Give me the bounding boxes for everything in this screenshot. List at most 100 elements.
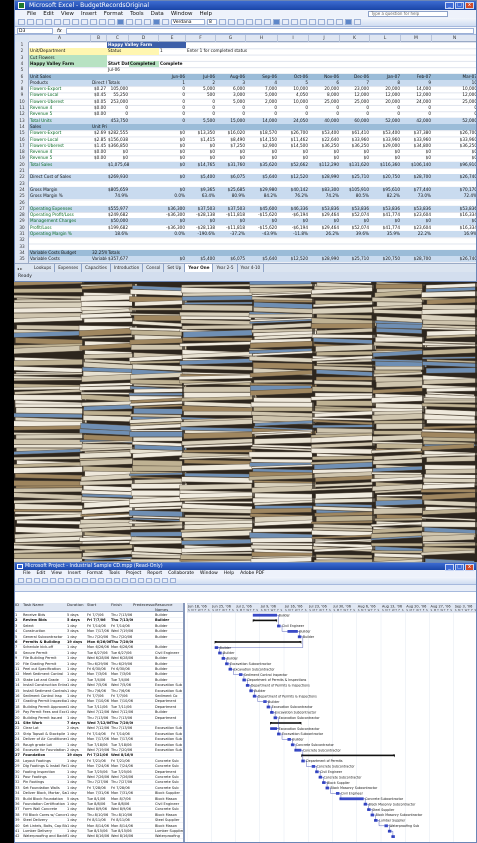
task-row[interactable]: 28 Layout Footings 1 day Fri 7/21/06 Fri 7/2… [15, 759, 183, 764]
column-header-j[interactable]: J [309, 35, 340, 42]
opex-value[interactable]: 39.6% [340, 231, 370, 237]
fill-color-icon[interactable] [345, 19, 352, 25]
task-row[interactable]: 30 Footing Inspection 1 day Tue 7/25/06 Tue … [15, 770, 183, 775]
task-row[interactable]: 5 General Subcontractor 1 day Thu 7/20/06 Th… [15, 635, 183, 640]
opex-value[interactable]: -43.9% [246, 231, 278, 237]
spreadsheet-grid[interactable]: Happy Valley Farm Unit/Department Status 1 E… [29, 42, 476, 264]
opex-label[interactable]: Operating Margin % [29, 231, 91, 237]
task-row[interactable]: 31 Pour Footings 1 day Wed 7/26/06 Wed 7/26/… [15, 775, 183, 780]
menu-item-tools[interactable]: Tools [109, 570, 120, 577]
menu-item-data[interactable]: Data [151, 10, 164, 18]
task-info-icon[interactable] [122, 578, 128, 583]
task-row[interactable]: 6 Permits & Building 19 days Mon 6/26/06 Thu… [15, 640, 183, 645]
sheet-tab-expenses[interactable]: Expenses [55, 264, 83, 272]
sort-asc-icon[interactable] [135, 19, 142, 25]
fx-icon[interactable]: fx [57, 28, 62, 34]
task-row[interactable]: 15 Install Sediment Controls 1 day Thu 7/6/… [15, 689, 183, 694]
assign-icon[interactable] [138, 578, 144, 583]
cut-icon[interactable] [72, 19, 79, 25]
undo-icon[interactable] [99, 19, 106, 25]
opex-value[interactable]: 16.9% [432, 231, 476, 237]
bold-icon[interactable] [219, 19, 226, 25]
margin-value[interactable]: 82.2% [370, 193, 401, 199]
cost-value[interactable]: $0 [159, 174, 186, 180]
paste-icon[interactable] [82, 578, 88, 583]
menu-item-file[interactable]: File [23, 570, 31, 577]
column-header-duration[interactable]: Duration [67, 603, 87, 608]
task-row[interactable]: 1 Receive Bids 5 days Fri 7/7/06 Thu 7/13/06… [15, 613, 183, 618]
drawing-icon[interactable] [162, 19, 169, 25]
margin-value[interactable]: 80.5% [340, 193, 370, 199]
column-header-b[interactable]: B [91, 35, 107, 42]
task-row[interactable]: 34 Deliver Block, Mortar, Sand 1 day Mon 7/… [15, 791, 183, 797]
month-value[interactable]: $116,360 [370, 162, 401, 168]
align-right-icon[interactable] [264, 19, 271, 25]
menu-item-insert[interactable]: Insert [68, 570, 81, 577]
task-row[interactable]: 32 Pin Footings 1 day Thu 7/27/06 Thu 7/27/0… [15, 780, 183, 786]
opex-value[interactable]: -11.8% [278, 231, 309, 237]
help-search-input[interactable]: Type a question for help [368, 11, 448, 17]
goto-icon[interactable] [162, 578, 168, 583]
month-value[interactable]: $131,620 [340, 162, 370, 168]
variable-cost-value[interactable]: $6,075 [216, 256, 246, 262]
undo-icon[interactable] [90, 578, 96, 583]
month-value[interactable]: $112,290 [309, 162, 340, 168]
copy-icon[interactable] [81, 19, 88, 25]
menu-item-collaborate[interactable]: Collaborate [168, 570, 194, 577]
menu-item-file[interactable]: File [27, 10, 36, 18]
task-row[interactable]: 2 Review Bids 5 days Fri 7/7/06 Thu 7/13/06 B… [15, 618, 183, 624]
task-row[interactable]: 4 Construction 3 days Mon 7/17/06 Wed 7/19/0… [15, 629, 183, 635]
indent-icon[interactable] [327, 19, 334, 25]
cost-label[interactable]: Direct Cost of Sales [29, 174, 91, 180]
menu-item-window[interactable]: Window [171, 10, 193, 18]
cost-value[interactable]: $12,520 [278, 174, 309, 180]
split-icon[interactable] [114, 578, 120, 583]
sheet-tab-capacities[interactable]: Capacities [82, 264, 111, 272]
zoom-out-icon[interactable] [154, 578, 160, 583]
task-row[interactable]: 10 File Grading Permit 1 day Thu 6/29/06 Thu… [15, 662, 183, 667]
opex-value[interactable]: -37.2% [216, 231, 246, 237]
task-row[interactable]: 17 Grading Permit Inspection 1 day Mon 7/10… [15, 699, 183, 705]
notes-icon[interactable] [130, 578, 136, 583]
task-row[interactable]: 36 Foundation Certification 1 day Tue 8/8/0… [15, 802, 183, 807]
task-row[interactable]: 11 Peel out Specification 1 day Fri 6/30/06… [15, 667, 183, 672]
task-row[interactable]: 19 Pay Permit Fees and Excise 1 day Wed 7/1… [15, 710, 183, 716]
opex-value[interactable]: 26.2% [309, 231, 340, 237]
task-row[interactable]: 39 Steel Delivery 1 day Fri 8/11/06 Fri 8/11… [15, 818, 183, 824]
chart-wizard-icon[interactable] [153, 19, 160, 25]
preview-icon[interactable] [50, 578, 56, 583]
margin-value[interactable]: 76.2% [278, 193, 309, 199]
variable-cost-value[interactable]: $20,750 [370, 256, 401, 262]
menu-item-view[interactable]: View [61, 10, 74, 18]
menu-item-tools[interactable]: Tools [130, 10, 144, 18]
task-row[interactable]: 18 Building Permit Approved 1 day Tue 7/11/… [15, 705, 183, 710]
margin-value[interactable]: 72.4% [432, 193, 476, 199]
menu-item-window[interactable]: Window [200, 570, 218, 577]
column-header-finish[interactable]: Finish [111, 603, 133, 608]
maximize-icon[interactable]: □ [455, 2, 464, 9]
variable-costs-total[interactable]: $357,677 [107, 256, 129, 262]
cut-icon[interactable] [66, 578, 72, 583]
cost-value[interactable]: $28,700 [401, 174, 432, 180]
task-row[interactable]: 8 Secure Permit 1 day Tue 6/27/06 Tue 6/27/0… [15, 651, 183, 656]
link-icon[interactable] [98, 578, 104, 583]
minimize-icon[interactable]: _ [445, 2, 454, 9]
column-header-h[interactable]: H [246, 35, 278, 42]
minimize-icon[interactable]: _ [445, 564, 454, 571]
font-color-icon[interactable] [354, 19, 361, 25]
menu-item-format[interactable]: Format [104, 10, 123, 18]
sheet-tab-year-4-10[interactable]: Year 4-10 [238, 264, 265, 272]
month-value[interactable]: $35,620 [246, 162, 278, 168]
open-icon[interactable] [27, 19, 34, 25]
unlink-icon[interactable] [106, 578, 112, 583]
cost-value[interactable]: $25,710 [340, 174, 370, 180]
task-row[interactable]: 21 Site Work 7 days Wed 7/12/06 Thu 7/20/06 [15, 721, 183, 726]
sheet-tab-introduction[interactable]: Introduction [111, 264, 144, 272]
task-row[interactable]: 40 Set Lintels, Bolts, Cap Block 1 day Mon … [15, 824, 183, 829]
gantt-chart[interactable]: Jun 18, '06 S M T W T F S Jun 25, '06 S M T W T F S Jul … [187, 603, 476, 842]
task-row[interactable]: 37 Form Wall Concrete 1 day Wed 8/9/06 Wed 8… [15, 807, 183, 813]
month-value[interactable]: $52,662 [278, 162, 309, 168]
task-row[interactable]: 42 Waterproofing and Backfill 1 day Wed 8/1… [15, 834, 183, 840]
margin-value[interactable]: 84.2% [246, 193, 278, 199]
margin-value[interactable]: 80.9% [216, 193, 246, 199]
